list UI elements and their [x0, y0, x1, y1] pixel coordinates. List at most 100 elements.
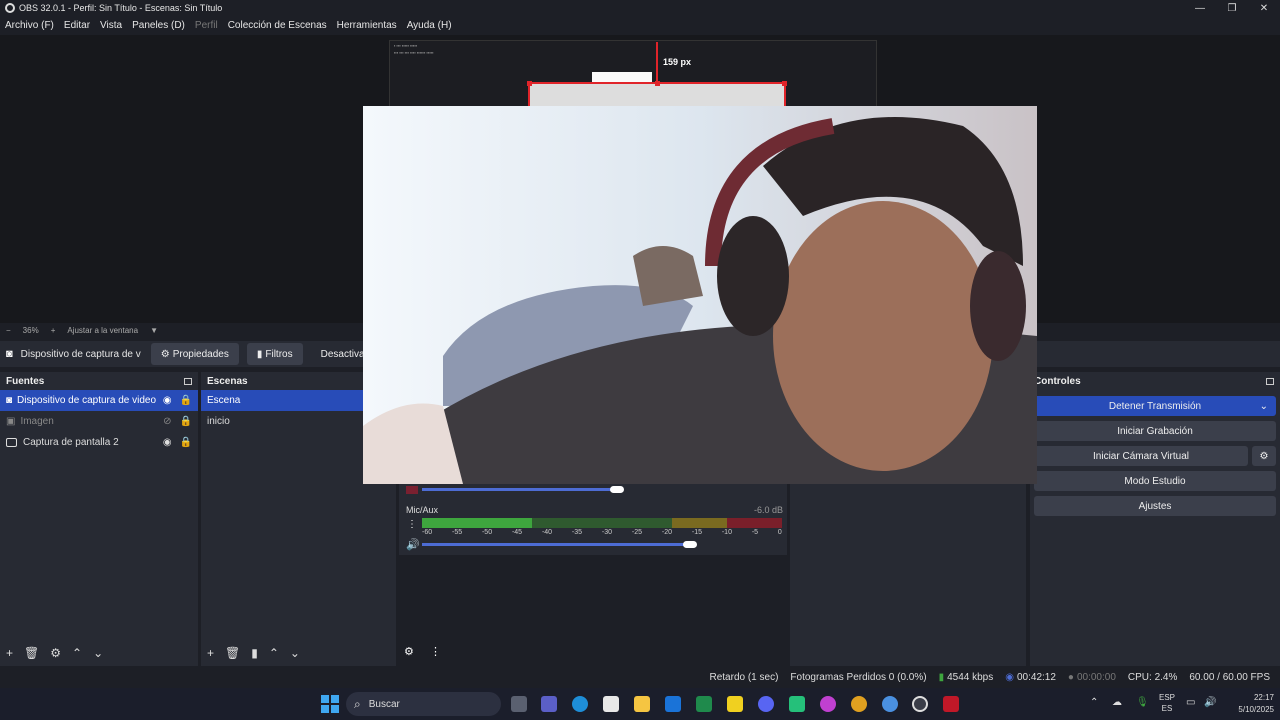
mic-volume-slider[interactable]: [422, 543, 692, 546]
language-indicator[interactable]: ESP ES: [1159, 692, 1175, 714]
resize-handle[interactable]: [527, 81, 532, 86]
chevron-up-icon[interactable]: ⌃: [1090, 697, 1098, 708]
eye-icon[interactable]: ◉: [163, 437, 172, 448]
chevron-down-icon[interactable]: ▼: [150, 326, 158, 335]
chevron-down-icon[interactable]: ⌄: [1260, 401, 1268, 412]
taskbar-search[interactable]: ⌕ Buscar: [346, 692, 501, 716]
settings-button[interactable]: Ajustes: [1034, 496, 1276, 516]
scenes-title: Escenas: [207, 375, 248, 387]
menu-ayuda[interactable]: Ayuda (H): [407, 20, 452, 31]
arrow-down-icon[interactable]: ⌄: [93, 646, 103, 660]
source-item-video-capture[interactable]: ◙ Dispositivo de captura de video ◉ 🔒: [0, 390, 198, 411]
bitrate-status: 4544 kbps: [947, 671, 994, 683]
close-icon[interactable]: ✕: [1248, 0, 1280, 16]
virtual-cam-settings-icon[interactable]: ⚙: [1252, 446, 1276, 466]
sticky-notes-icon[interactable]: [727, 696, 743, 712]
source-item-screen-capture[interactable]: Captura de pantalla 2 ◉ 🔒: [0, 432, 198, 453]
menu-bar: Archivo (F) Editar Vista Paneles (D) Per…: [0, 16, 1280, 35]
mixer-menu-icon[interactable]: ⋮: [430, 645, 441, 658]
maximize-icon[interactable]: ❐: [1216, 0, 1248, 16]
meter-level-green: [422, 518, 532, 528]
eye-hidden-icon[interactable]: ⊘: [163, 416, 171, 427]
menu-editar[interactable]: Editar: [64, 20, 90, 31]
controls-dock: Controles: [1030, 372, 1280, 666]
filter-icon[interactable]: ▮: [251, 646, 258, 660]
trash-icon[interactable]: 🗑: [225, 646, 240, 660]
mic-aux-db: -6.0 dB: [754, 505, 784, 515]
undock-icon[interactable]: [184, 377, 192, 385]
add-icon[interactable]: +: [6, 646, 13, 660]
arrow-up-icon[interactable]: ⌃: [269, 646, 279, 660]
speaker-icon[interactable]: 🔊: [406, 538, 420, 551]
menu-vista[interactable]: Vista: [100, 20, 122, 31]
studio-mode-button[interactable]: Modo Estudio: [1034, 471, 1276, 491]
resize-handle[interactable]: [782, 81, 787, 86]
source-item-image[interactable]: ▣ Imagen ⊘ 🔒: [0, 411, 198, 432]
camera-icon: ◙: [6, 395, 13, 406]
start-virtual-cam-button[interactable]: Iniciar Cámara Virtual: [1034, 446, 1248, 466]
obs-logo-icon: [5, 3, 15, 13]
title-bar: OBS 32.0.1 - Perfil: Sin Título - Escena…: [0, 0, 1280, 16]
volume-icon[interactable]: 🔊: [1204, 697, 1216, 708]
meter-ticks: -60 -55 -50 -45 -40 -35 -30 -25 -20 -15 …: [422, 529, 782, 536]
image-icon: ▣: [6, 416, 16, 427]
discord-icon[interactable]: [758, 696, 774, 712]
whatsapp-icon[interactable]: [789, 696, 805, 712]
eye-icon[interactable]: ◉: [163, 395, 172, 406]
menu-perfil[interactable]: Perfil: [195, 20, 218, 31]
mic-volume-knob[interactable]: [683, 541, 697, 548]
signal-icon: ▮: [938, 671, 945, 683]
filters-label: Filtros: [265, 348, 293, 360]
minimize-icon[interactable]: —: [1184, 0, 1216, 16]
stop-stream-button[interactable]: Detener Transmisión ⌄: [1034, 396, 1276, 416]
undock-icon[interactable]: [1266, 377, 1274, 385]
lock-icon[interactable]: 🔒: [180, 416, 192, 427]
measure-label: 159 px: [663, 57, 692, 67]
lock-icon[interactable]: 🔒: [180, 395, 192, 406]
cloud-icon[interactable]: ☁: [1112, 697, 1122, 708]
obs-taskbar-icon[interactable]: [912, 696, 928, 712]
fit-window-label[interactable]: Ajustar a la ventana: [67, 326, 138, 335]
file-explorer-icon[interactable]: [634, 696, 650, 712]
properties-button[interactable]: ⚙ Propiedades: [150, 343, 239, 365]
stream-time: 00:42:12: [1016, 671, 1056, 683]
audio-mixer-empty: [399, 555, 787, 639]
resize-handle[interactable]: [655, 81, 660, 86]
menu-coleccion-escenas[interactable]: Colección de Escenas: [228, 20, 327, 31]
desktop-volume-knob[interactable]: [610, 486, 624, 493]
edge-icon[interactable]: [572, 696, 588, 712]
menu-herramientas[interactable]: Herramientas: [337, 20, 397, 31]
menu-archivo[interactable]: Archivo (F): [5, 20, 54, 31]
lock-icon[interactable]: 🔒: [180, 437, 192, 448]
network-icon[interactable]: ▭: [1186, 697, 1195, 708]
outlook-icon[interactable]: [665, 696, 681, 712]
zoom-out-button[interactable]: −: [6, 326, 11, 335]
zoom-in-button[interactable]: +: [51, 326, 56, 335]
status-bar: Retardo (1 sec) Fotogramas Perdidos 0 (0…: [0, 666, 1280, 688]
menu-paneles[interactable]: Paneles (D): [132, 20, 185, 31]
add-icon[interactable]: +: [207, 646, 214, 660]
arrow-up-icon[interactable]: ⌃: [72, 646, 82, 660]
excel-icon[interactable]: [696, 696, 712, 712]
chrome-icon[interactable]: [851, 696, 867, 712]
task-view-icon[interactable]: [511, 696, 527, 712]
microphone-icon[interactable]: 🎙: [1136, 697, 1149, 708]
start-recording-button[interactable]: Iniciar Grabación: [1034, 421, 1276, 441]
desktop-volume-slider[interactable]: [422, 488, 618, 491]
chrome-profile-icon[interactable]: [882, 696, 898, 712]
desktop-audio-meter-peak: [406, 486, 418, 494]
windows-start-icon[interactable]: [321, 695, 339, 713]
arrow-down-icon[interactable]: ⌄: [290, 646, 300, 660]
search-placeholder: Buscar: [368, 698, 400, 710]
trash-icon[interactable]: 🗑: [24, 646, 39, 660]
taskbar-clock[interactable]: 22:17 5/10/2025: [1228, 692, 1274, 716]
copilot-icon[interactable]: [820, 696, 836, 712]
filters-button[interactable]: ▮ Filtros: [246, 343, 303, 365]
store-icon[interactable]: [603, 696, 619, 712]
gear-icon[interactable]: ⚙: [50, 646, 61, 660]
advanced-audio-icon[interactable]: ⚙: [404, 645, 414, 658]
search-icon: ⌕: [354, 696, 361, 711]
mcafee-icon[interactable]: [943, 696, 959, 712]
teams-icon[interactable]: [541, 696, 557, 712]
more-options-icon[interactable]: ⋮: [407, 519, 417, 530]
